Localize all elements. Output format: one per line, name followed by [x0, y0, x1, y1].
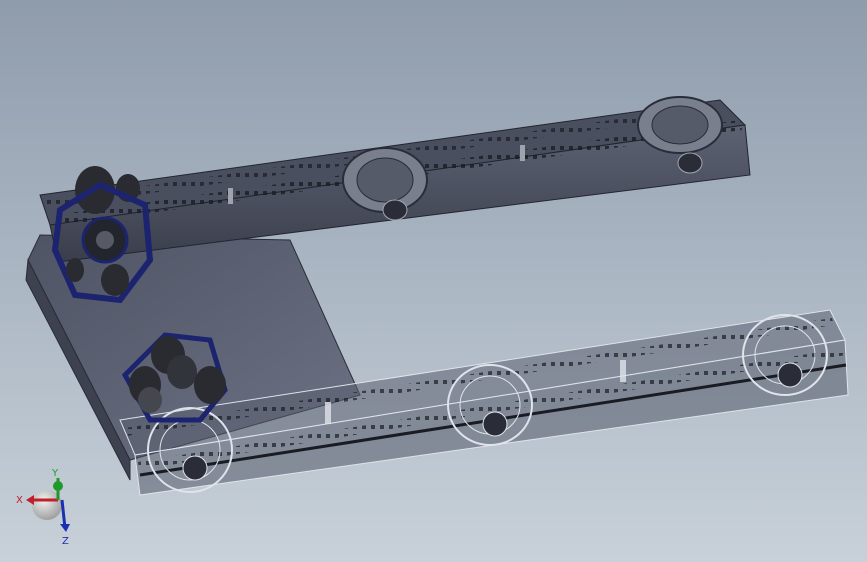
axis-triad-icon[interactable]: X Y Z [16, 468, 70, 547]
graphics-viewport[interactable]: X Y Z [0, 0, 867, 562]
upper-bearing-1 [382, 199, 408, 221]
upper-bearing-2 [677, 152, 703, 174]
cad-model-view[interactable]: X Y Z [0, 0, 867, 562]
y-axis-label: Y [51, 468, 59, 479]
x-axis-label: X [16, 495, 23, 506]
z-axis-label: Z [62, 536, 69, 547]
